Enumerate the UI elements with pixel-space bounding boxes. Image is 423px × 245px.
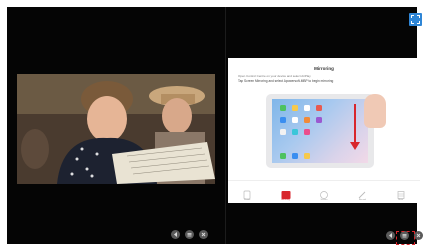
- slide-instruction-1: Open Control Centre on your device and s…: [238, 74, 311, 78]
- swipe-arrow-head: [350, 142, 360, 150]
- app-icon: [316, 117, 322, 123]
- tab-phone[interactable]: Phone: [241, 187, 253, 201]
- app-icon: [304, 117, 310, 123]
- tab-label: Mirroring: [281, 199, 290, 201]
- video-still: [17, 74, 215, 184]
- slide-title: Mirroring: [314, 66, 334, 71]
- tab-label: More: [398, 199, 404, 201]
- hand-illustration: [364, 94, 386, 128]
- dock-app-icon: [292, 153, 298, 159]
- ipad-illustration: [266, 94, 374, 168]
- tab-label: Phone: [244, 199, 251, 201]
- app-icon: [292, 129, 298, 135]
- close-icon[interactable]: [414, 231, 423, 240]
- split-divider: [225, 7, 226, 244]
- previous-icon[interactable]: [171, 230, 180, 239]
- app-icon: [292, 117, 298, 123]
- tab-label: Screen: [320, 199, 328, 201]
- tab-record[interactable]: Record: [356, 187, 368, 201]
- menu-highlight-box: [396, 231, 415, 245]
- app-icon: [280, 117, 286, 123]
- previous-icon[interactable]: [386, 231, 395, 240]
- swipe-arrow: [354, 104, 356, 144]
- app-icon: [304, 105, 310, 111]
- menu-icon[interactable]: [185, 230, 194, 239]
- slide-tab-bar: Phone Mirroring Screen Record More: [228, 180, 420, 203]
- app-icon: [280, 105, 286, 111]
- close-icon[interactable]: [199, 230, 208, 239]
- dock-app-icon: [280, 153, 286, 159]
- tab-label: Record: [358, 199, 366, 201]
- dock-app-icon: [304, 153, 310, 159]
- app-icon: [292, 105, 298, 111]
- app-icon: [280, 129, 286, 135]
- left-controls: [171, 230, 208, 239]
- tab-more[interactable]: More: [395, 187, 407, 201]
- presentation-screen: Mirroring Open Control Centre on your de…: [7, 7, 423, 245]
- video-frame[interactable]: [17, 74, 215, 184]
- tab-screen[interactable]: Screen: [318, 187, 330, 201]
- fullscreen-icon[interactable]: [409, 13, 422, 26]
- tab-mirroring[interactable]: Mirroring: [280, 187, 292, 201]
- slide-instruction-2: Tap Screen Mirroring and select Apowerso…: [238, 79, 334, 83]
- app-icon: [304, 129, 310, 135]
- app-icon: [316, 105, 322, 111]
- mirroring-slide: Mirroring Open Control Centre on your de…: [228, 58, 420, 203]
